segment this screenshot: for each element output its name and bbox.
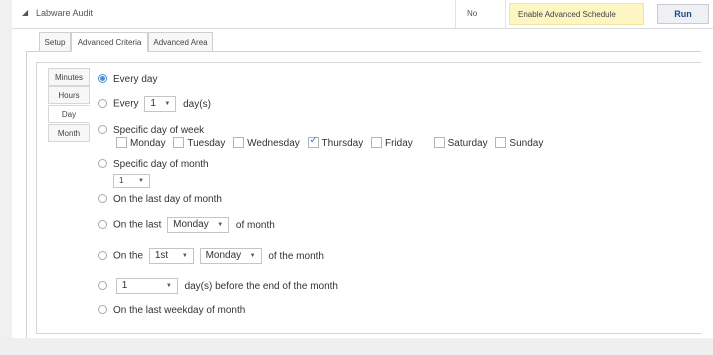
month-day-select[interactable]: 1 ▼ [113, 174, 150, 188]
radio-icon[interactable] [98, 124, 107, 134]
checkbox-monday[interactable] [116, 137, 127, 148]
option-days-before-end[interactable]: 1 ▼ day(s) before the end of the month [98, 278, 338, 294]
radio-icon[interactable] [98, 280, 107, 290]
weekday-checkboxes: Monday Tuesday Wednesday Thursday Friday… [113, 135, 545, 149]
chevron-down-icon: ▼ [249, 253, 256, 259]
nth-select[interactable]: 1st ▼ [148, 248, 194, 264]
nth-weekday-select[interactable]: Monday ▼ [199, 248, 262, 264]
checkbox-thursday[interactable] [307, 135, 319, 148]
tab-advanced-area[interactable]: Advanced Area [148, 32, 213, 52]
option-specific-weekday[interactable]: Specific day of week [98, 124, 204, 136]
option-last-weekday[interactable]: On the last weekday of month [98, 304, 245, 316]
freq-tab-month[interactable]: Month [48, 124, 90, 142]
radio-icon[interactable] [98, 158, 107, 168]
chevron-down-icon: ▼ [217, 222, 224, 228]
chevron-down-icon: ▼ [164, 101, 171, 107]
radio-icon[interactable] [98, 250, 107, 260]
radio-icon[interactable] [98, 304, 107, 314]
option-nth-weekday[interactable]: On the 1st ▼ Monday ▼ of the month [98, 248, 324, 264]
option-specific-month-day[interactable]: Specific day of month [98, 158, 209, 170]
checkbox-saturday[interactable] [433, 137, 445, 148]
chevron-down-icon: ▼ [165, 283, 172, 289]
checkbox-sunday[interactable] [495, 137, 507, 148]
task-title: Labware Audit [36, 8, 94, 18]
option-every-day[interactable]: Every day [98, 73, 157, 85]
task-row: ◢ Labware Audit No Enable Advanced Sched… [12, 0, 713, 29]
enabled-value: No [467, 9, 478, 18]
radio-selected-icon[interactable] [98, 73, 107, 83]
column-divider [455, 0, 456, 28]
checkbox-tuesday[interactable] [173, 137, 185, 148]
enable-advanced-schedule-cell[interactable]: Enable Advanced Schedule [509, 3, 644, 25]
column-divider [505, 0, 506, 28]
footer-bar [0, 338, 713, 355]
every-days-select[interactable]: 1 ▼ [144, 96, 177, 112]
freq-tab-hours[interactable]: Hours [48, 86, 90, 104]
radio-icon[interactable] [98, 219, 107, 229]
freq-tab-day[interactable]: Day [48, 105, 90, 123]
option-every-n-days[interactable]: Every 1 ▼ day(s) [98, 96, 211, 112]
freq-tab-minutes[interactable]: Minutes [48, 68, 90, 86]
month-day-row: 1 ▼ [113, 174, 150, 188]
last-weekday-select[interactable]: Monday ▼ [167, 217, 230, 233]
option-last-weekday-of-month[interactable]: On the last Monday ▼ of month [98, 217, 275, 233]
chevron-down-icon: ▼ [138, 178, 144, 184]
checkbox-wednesday[interactable] [233, 137, 245, 148]
radio-icon[interactable] [98, 193, 107, 203]
triangle-down-icon[interactable]: ◢ [22, 8, 28, 17]
option-last-day[interactable]: On the last day of month [98, 193, 222, 205]
tab-setup[interactable]: Setup [39, 32, 71, 52]
radio-icon[interactable] [98, 98, 107, 108]
run-button[interactable]: Run [657, 4, 709, 24]
checkbox-friday[interactable] [371, 137, 383, 148]
tab-advanced-criteria[interactable]: Advanced Criteria [71, 32, 148, 52]
days-before-end-select[interactable]: 1 ▼ [115, 278, 178, 294]
chevron-down-icon: ▼ [181, 253, 188, 259]
